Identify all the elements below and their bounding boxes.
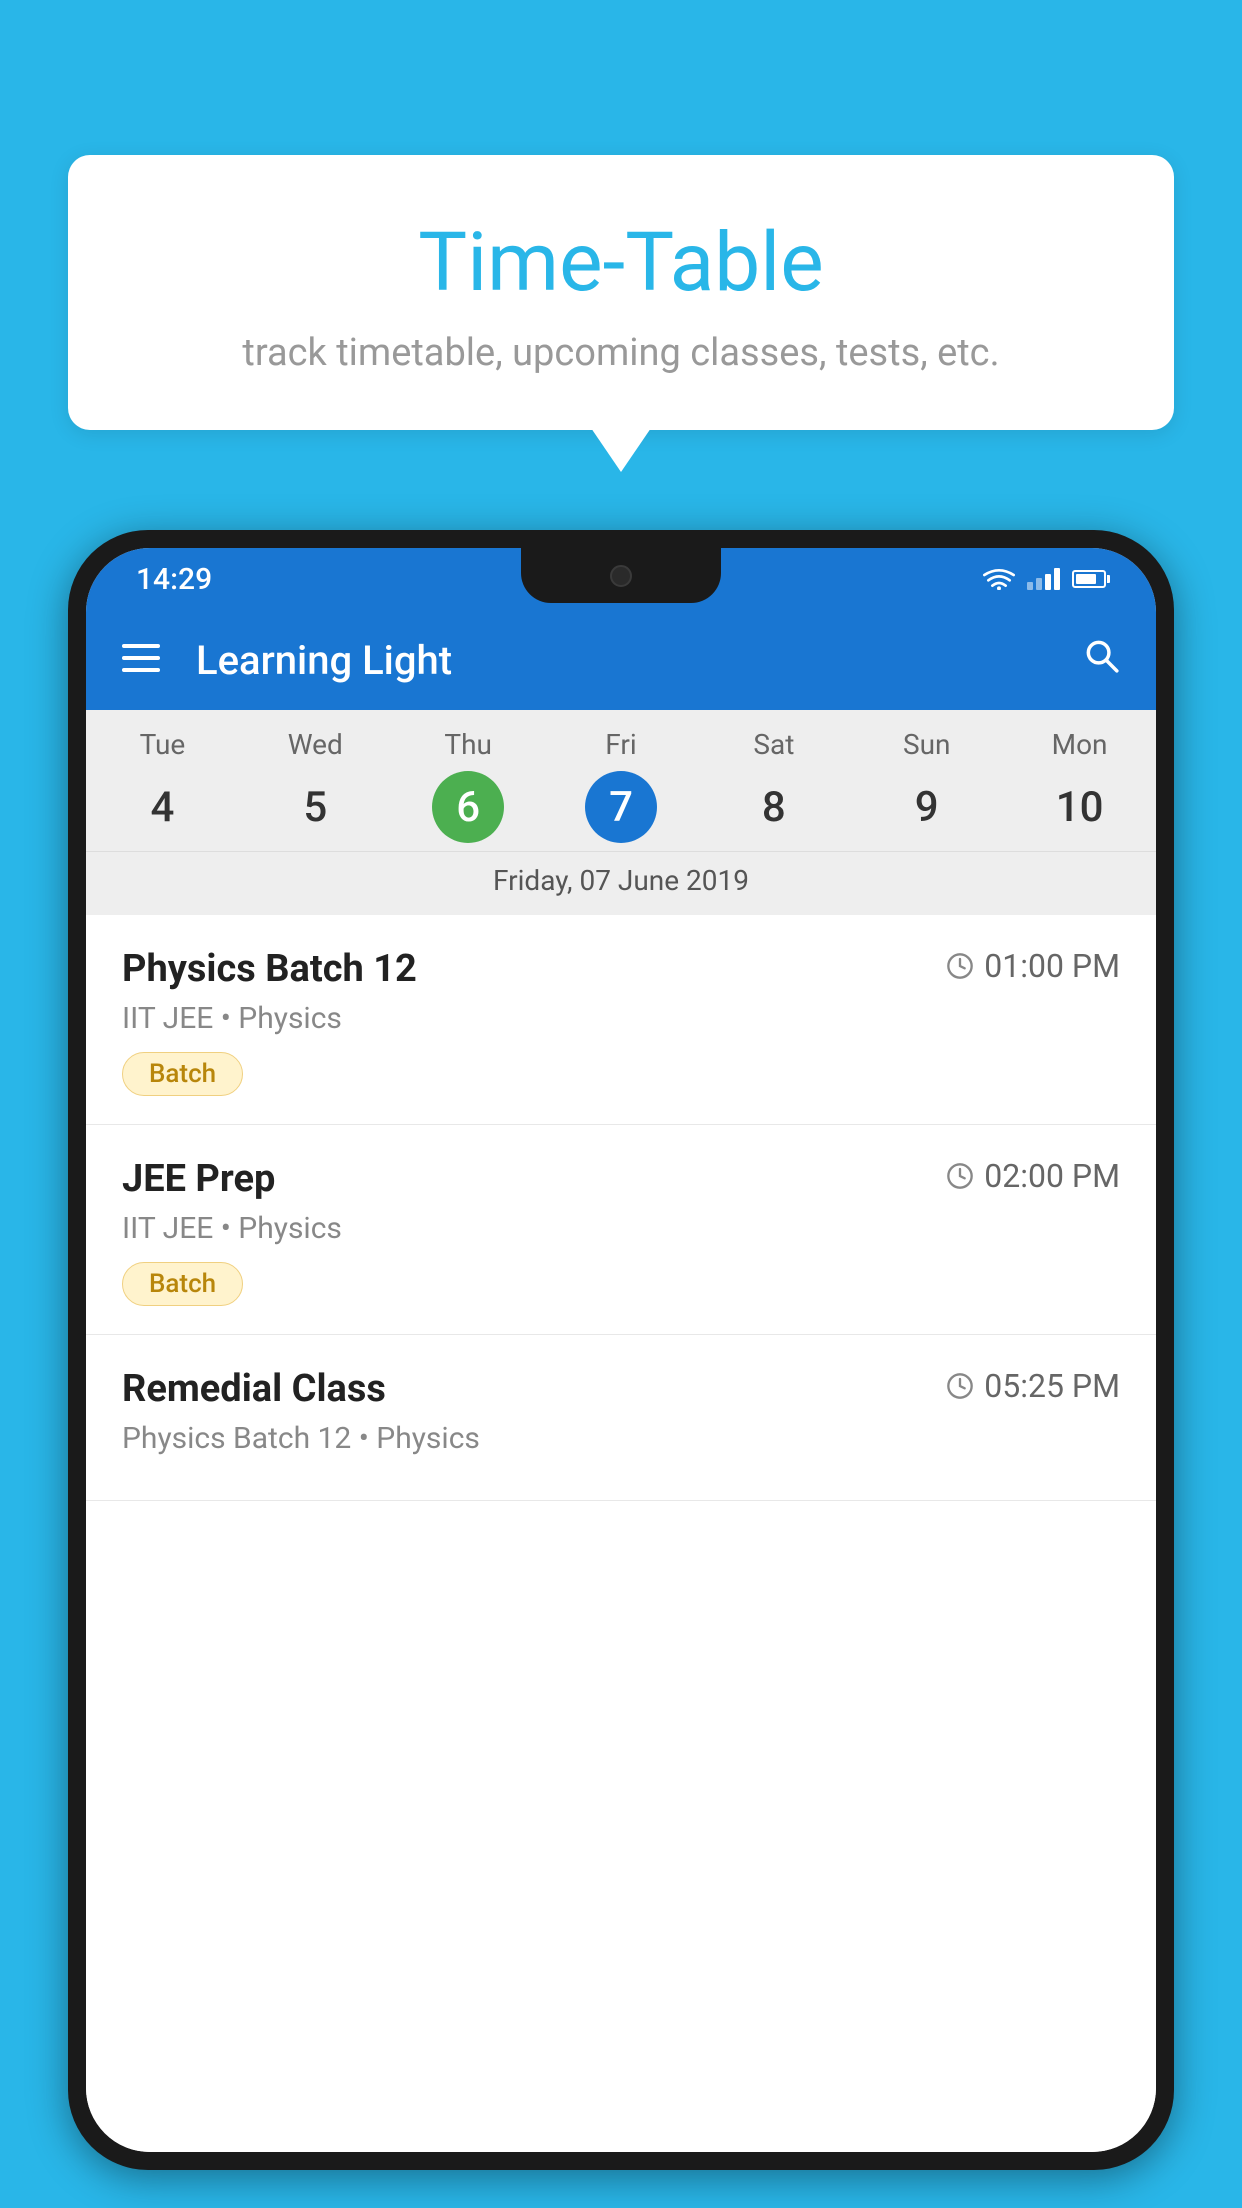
- phone-screen: 14:29: [86, 548, 1156, 2152]
- schedule-time: 01:00 PM: [946, 947, 1120, 985]
- clock-icon: [946, 1372, 974, 1400]
- time-value: 02:00 PM: [984, 1157, 1120, 1195]
- schedule-item-title: JEE Prep: [122, 1157, 275, 1201]
- schedule-time: 05:25 PM: [946, 1367, 1120, 1405]
- schedule-time: 02:00 PM: [946, 1157, 1120, 1195]
- schedule-item-title: Physics Batch 12: [122, 947, 417, 991]
- day-name: Wed: [288, 728, 343, 761]
- calendar-day-col[interactable]: Mon 10: [1003, 728, 1156, 843]
- hamburger-icon[interactable]: [122, 638, 160, 682]
- day-number[interactable]: 7: [585, 771, 657, 843]
- schedule-subtitle: IIT JEE • Physics: [122, 1001, 1120, 1036]
- day-number[interactable]: 8: [738, 771, 810, 843]
- schedule-item[interactable]: JEE Prep 02:00 PM IIT JEE • Physics Batch: [86, 1125, 1156, 1335]
- batch-badge: Batch: [122, 1262, 243, 1306]
- calendar-day-col[interactable]: Wed 5: [239, 728, 392, 843]
- phone-outer: 14:29: [68, 530, 1174, 2170]
- speech-bubble: Time-Table track timetable, upcoming cla…: [68, 155, 1174, 430]
- calendar-day-col[interactable]: Sun 9: [850, 728, 1003, 843]
- day-name: Sat: [753, 728, 794, 761]
- day-number[interactable]: 10: [1044, 771, 1116, 843]
- calendar-days-row: Tue 4 Wed 5 Thu 6 Fri 7 Sat 8 Sun 9 Mon 10: [86, 710, 1156, 851]
- schedule-item[interactable]: Physics Batch 12 01:00 PM IIT JEE • Physic…: [86, 915, 1156, 1125]
- batch-badge: Batch: [122, 1052, 243, 1096]
- day-name: Sun: [903, 728, 951, 761]
- info-card: Time-Table track timetable, upcoming cla…: [68, 155, 1174, 430]
- calendar-day-col[interactable]: Thu 6: [392, 728, 545, 843]
- phone-notch: [521, 548, 721, 603]
- clock-icon: [946, 952, 974, 980]
- clock-icon: [946, 1162, 974, 1190]
- day-name: Fri: [605, 728, 636, 761]
- app-title: Learning Light: [196, 637, 1082, 684]
- schedule-subtitle: IIT JEE • Physics: [122, 1211, 1120, 1246]
- day-number[interactable]: 6: [432, 771, 504, 843]
- calendar-day-col[interactable]: Tue 4: [86, 728, 239, 843]
- calendar-strip: Tue 4 Wed 5 Thu 6 Fri 7 Sat 8 Sun 9 Mon 10 Friday, 07…: [86, 710, 1156, 915]
- schedule-item-title: Remedial Class: [122, 1367, 386, 1411]
- status-time: 14:29: [136, 562, 212, 597]
- time-value: 05:25 PM: [984, 1367, 1120, 1405]
- signal-icon: [1027, 568, 1060, 590]
- selected-date-label: Friday, 07 June 2019: [86, 851, 1156, 915]
- bubble-subtitle: track timetable, upcoming classes, tests…: [108, 331, 1134, 375]
- search-icon[interactable]: [1082, 636, 1120, 684]
- bubble-title: Time-Table: [108, 215, 1134, 311]
- schedule-list: Physics Batch 12 01:00 PM IIT JEE • Physic…: [86, 915, 1156, 2152]
- calendar-day-col[interactable]: Sat 8: [697, 728, 850, 843]
- day-name: Tue: [140, 728, 186, 761]
- wifi-icon: [983, 568, 1015, 590]
- schedule-subtitle: Physics Batch 12 • Physics: [122, 1421, 1120, 1456]
- day-name: Mon: [1052, 728, 1108, 761]
- day-number[interactable]: 9: [891, 771, 963, 843]
- battery-icon: [1072, 570, 1106, 588]
- day-name: Thu: [444, 728, 492, 761]
- status-icons: [983, 568, 1106, 590]
- app-bar: Learning Light: [86, 610, 1156, 710]
- day-number[interactable]: 4: [126, 771, 198, 843]
- schedule-item[interactable]: Remedial Class 05:25 PM Physics Batch 12 •…: [86, 1335, 1156, 1501]
- camera: [610, 565, 632, 587]
- calendar-day-col[interactable]: Fri 7: [545, 728, 698, 843]
- phone-mockup: 14:29: [68, 530, 1174, 2208]
- time-value: 01:00 PM: [984, 947, 1120, 985]
- day-number[interactable]: 5: [279, 771, 351, 843]
